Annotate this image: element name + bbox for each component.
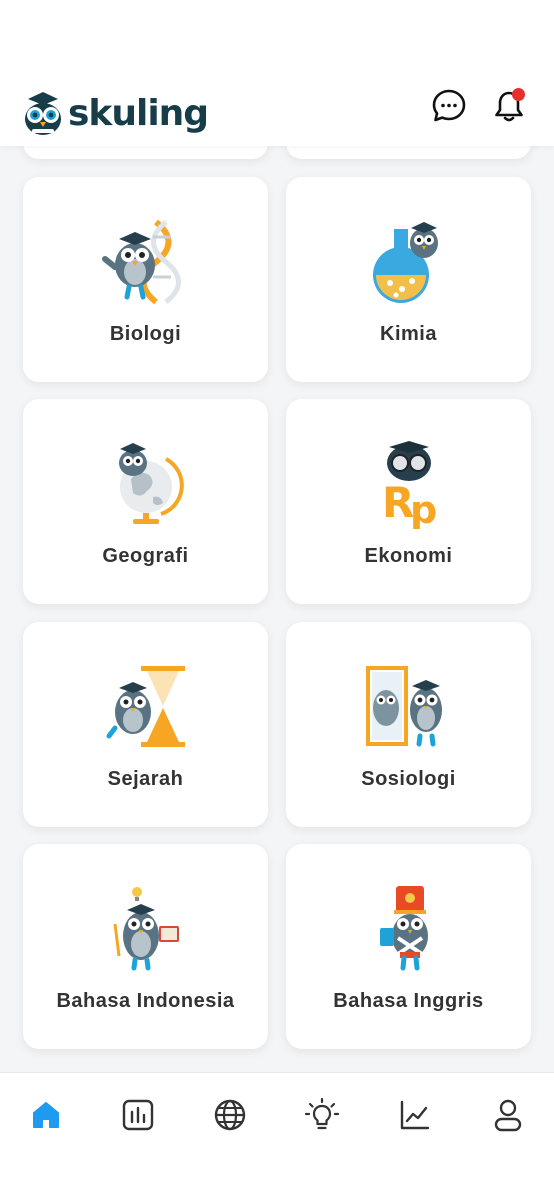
bottom-navigation xyxy=(0,1072,554,1199)
nav-idea[interactable] xyxy=(302,1095,342,1135)
subject-label: Bahasa Indonesia xyxy=(56,990,235,1012)
nav-stats[interactable] xyxy=(395,1095,435,1135)
subject-card-biologi[interactable]: Biologi xyxy=(23,177,268,382)
owl-dna-icon xyxy=(101,219,181,305)
bar-report-icon xyxy=(122,1099,154,1131)
owl-logo-icon xyxy=(25,92,61,135)
user-profile-icon xyxy=(494,1099,522,1132)
home-icon xyxy=(33,1102,59,1128)
subject-label: Geografi xyxy=(102,545,189,567)
owl-soldier-icon xyxy=(379,886,428,971)
chat-icon xyxy=(432,89,466,122)
nav-report[interactable] xyxy=(118,1095,158,1135)
app-logo[interactable]: skuling xyxy=(22,88,209,138)
subject-label: Sejarah xyxy=(107,768,184,790)
subject-card-bahasa-inggris[interactable]: Bahasa Inggris xyxy=(286,844,531,1049)
owl-mirror-icon xyxy=(365,666,442,747)
subject-card-ekonomi[interactable]: R p Ekonomi xyxy=(286,399,531,604)
subject-label: Sosiologi xyxy=(361,768,456,790)
subject-card-sosiologi[interactable]: Sosiologi xyxy=(286,622,531,827)
subject-label: Kimia xyxy=(380,323,437,345)
nav-globe[interactable] xyxy=(210,1095,250,1135)
notification-button[interactable] xyxy=(489,86,529,126)
app-name: skuling xyxy=(68,92,209,134)
lightbulb-icon xyxy=(304,1097,340,1130)
owl-flask-icon xyxy=(372,222,438,303)
nav-profile[interactable] xyxy=(488,1095,528,1135)
subject-grid: Biologi Kimia Geografi R p Ekonomi Sejar… xyxy=(0,146,554,1072)
owl-rp-icon: R p xyxy=(382,441,437,529)
subject-label: Bahasa Inggris xyxy=(333,990,484,1012)
chat-button[interactable] xyxy=(429,86,469,126)
owl-hourglass-icon xyxy=(106,666,185,747)
globe-icon xyxy=(214,1099,246,1131)
notification-dot xyxy=(512,88,525,101)
line-chart-icon xyxy=(400,1100,430,1130)
subject-card-sejarah[interactable]: Sejarah xyxy=(23,622,268,827)
subject-label: Ekonomi xyxy=(364,545,453,567)
subject-card-kimia[interactable]: Kimia xyxy=(286,177,531,382)
subject-card-partial[interactable] xyxy=(23,146,268,159)
owl-globe-icon xyxy=(118,443,184,524)
subject-card-partial[interactable] xyxy=(286,146,531,159)
nav-home[interactable] xyxy=(26,1095,66,1135)
app-header: skuling xyxy=(0,0,554,146)
subject-card-bahasa-indonesia[interactable]: Bahasa Indonesia xyxy=(23,844,268,1049)
subject-card-geografi[interactable]: Geografi xyxy=(23,399,268,604)
owl-book-icon xyxy=(113,887,179,971)
svg-text:p: p xyxy=(410,488,437,529)
subject-label: Biologi xyxy=(109,323,182,345)
